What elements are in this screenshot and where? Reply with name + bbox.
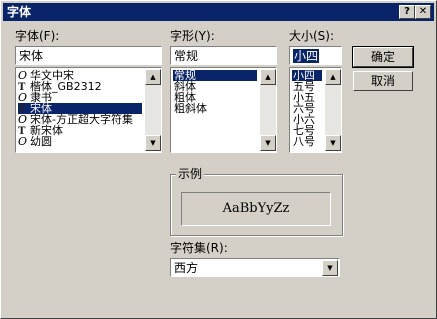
font-dialog: 字体 ? ✕ 字体(F): 宋体 O 华文中宋 T 楷体_GB2312 O 隶书 T 宋体 O 宋…: [0, 0, 437, 319]
charset-select-value: 西方: [174, 261, 199, 275]
title-bar[interactable]: 字体 ? ✕: [3, 3, 434, 21]
opentype-icon: O: [18, 91, 28, 104]
list-item-label: 粗斜体: [174, 102, 207, 115]
size-input-value: 小四: [293, 49, 320, 63]
list-item-label: 幼圆: [30, 135, 52, 148]
arrow-down-icon: ▼: [330, 139, 336, 147]
charset-label: 字符集(R):: [170, 241, 228, 255]
arrow-up-icon: ▲: [265, 73, 271, 81]
help-icon: ?: [404, 6, 410, 17]
charset-select[interactable]: 西方 ▼: [170, 258, 340, 277]
chevron-down-icon: ▼: [327, 264, 333, 272]
close-button[interactable]: ✕: [415, 5, 431, 19]
cancel-button[interactable]: 取消: [353, 71, 413, 91]
size-list[interactable]: 小四 五号 小五 六号 小六 七号 八号 ▲ ▼: [289, 67, 342, 153]
scroll-down-button[interactable]: ▼: [260, 135, 276, 151]
font-input[interactable]: 宋体: [15, 46, 162, 65]
arrow-up-icon: ▲: [150, 73, 156, 81]
list-item[interactable]: 八号: [292, 136, 322, 147]
charset-dropdown-button[interactable]: ▼: [322, 260, 338, 276]
font-label: 字体(F):: [15, 29, 60, 43]
opentype-icon: O: [18, 135, 28, 148]
font-list[interactable]: O 华文中宋 T 楷体_GB2312 O 隶书 T 宋体 O 宋体-方正超大字符集 T 新宋体 O 幼圆 …: [15, 67, 162, 153]
scroll-up-button[interactable]: ▲: [145, 69, 161, 85]
style-list[interactable]: 常规 斜体 粗体 粗斜体 ▲ ▼: [170, 67, 277, 153]
dialog-title: 字体: [7, 5, 32, 19]
opentype-icon: O: [18, 69, 28, 82]
scroll-down-button[interactable]: ▼: [145, 135, 161, 151]
font-input-value: 宋体: [19, 49, 44, 63]
opentype-icon: O: [18, 113, 28, 126]
arrow-up-icon: ▲: [330, 73, 336, 81]
arrow-down-icon: ▼: [265, 139, 271, 147]
style-input-value: 常规: [174, 49, 199, 63]
sample-group-label: 示例: [176, 167, 205, 181]
scroll-down-button[interactable]: ▼: [325, 135, 341, 151]
close-icon: ✕: [418, 6, 428, 17]
list-item[interactable]: O 幼圆: [18, 136, 142, 147]
style-label: 字形(Y):: [170, 29, 215, 43]
help-button[interactable]: ?: [399, 5, 415, 19]
size-label: 大小(S):: [289, 29, 335, 43]
scroll-up-button[interactable]: ▲: [260, 69, 276, 85]
font-list-scrollbar[interactable]: ▲ ▼: [145, 69, 161, 151]
scroll-up-button[interactable]: ▲: [325, 69, 341, 85]
ok-button[interactable]: 确定: [352, 46, 414, 68]
sample-preview: AaBbYyZz: [181, 192, 331, 226]
list-item[interactable]: 粗斜体: [173, 103, 257, 114]
size-list-scrollbar[interactable]: ▲ ▼: [325, 69, 341, 151]
size-input[interactable]: 小四: [289, 46, 342, 65]
arrow-down-icon: ▼: [150, 139, 156, 147]
style-list-scrollbar[interactable]: ▲ ▼: [260, 69, 276, 151]
style-input[interactable]: 常规: [170, 46, 277, 65]
list-item-label: 八号: [293, 135, 315, 148]
